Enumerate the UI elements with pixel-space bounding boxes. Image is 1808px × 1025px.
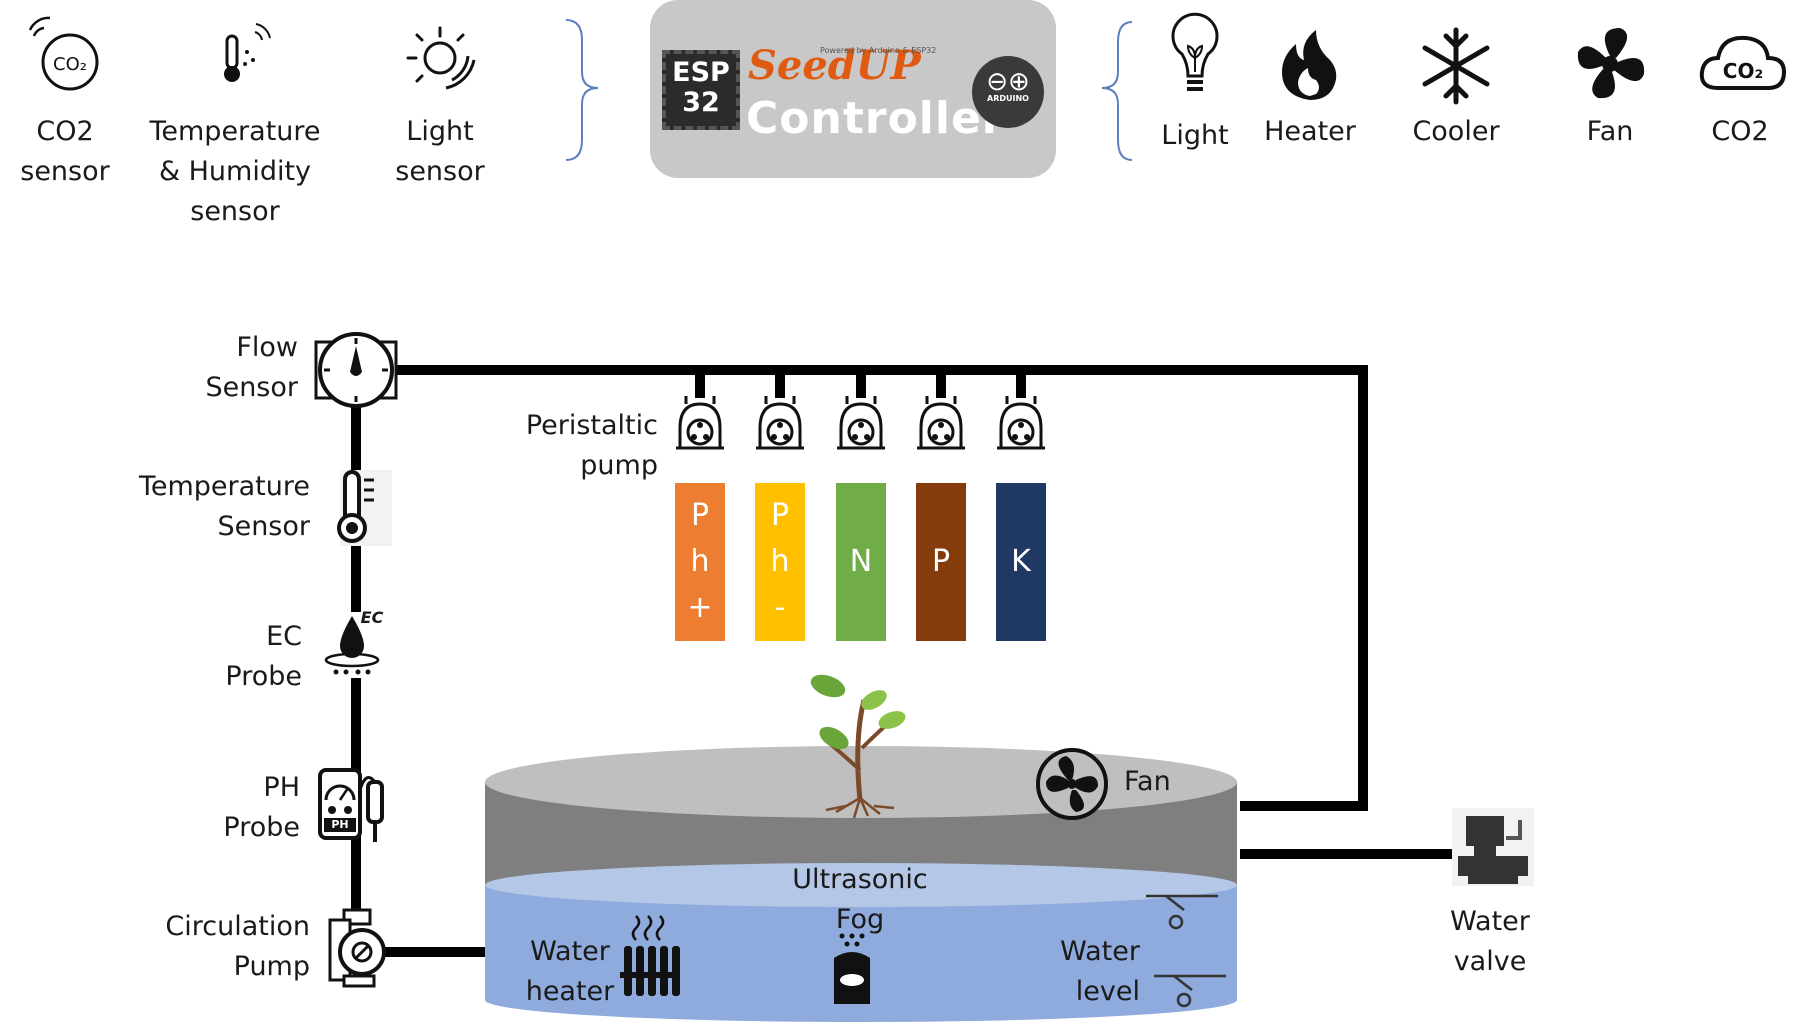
co2-sensor-label: CO2 sensor bbox=[20, 116, 110, 187]
temperature-sensor-label: Temperature Sensor bbox=[138, 471, 310, 542]
co2-sensor-icon: CO₂ bbox=[28, 16, 99, 91]
peristaltic-pump-icon bbox=[676, 396, 724, 450]
temperature-sensor-icon bbox=[337, 470, 392, 546]
ec-badge: EC bbox=[360, 608, 384, 627]
actuator-fan-label: Fan bbox=[1586, 116, 1634, 147]
thermometer-humidity-icon bbox=[224, 23, 271, 82]
snowflake-icon bbox=[1422, 27, 1490, 105]
controller-title: Controller bbox=[746, 93, 1005, 144]
peristaltic-pump-label: Peristaltic pump bbox=[525, 410, 658, 481]
peristaltic-pump-icon bbox=[837, 396, 885, 450]
ec-probe-label: EC Probe bbox=[225, 621, 302, 692]
ultrasonic-fog-label: Ultrasonic Fog bbox=[792, 864, 928, 935]
water-heater-label: Water heater bbox=[525, 936, 615, 1007]
peristaltic-pump-icon bbox=[917, 396, 965, 450]
circulation-pump-label: Circulation Pump bbox=[165, 911, 310, 982]
light-sensor-label: Light sensor bbox=[395, 116, 485, 187]
flow-sensor-icon bbox=[314, 332, 398, 408]
peristaltic-pump-group bbox=[676, 396, 1045, 450]
water-valve-icon bbox=[1452, 808, 1534, 886]
right-bracket bbox=[1101, 21, 1133, 161]
tank-fan-label: Fan bbox=[1124, 766, 1171, 797]
nutrient-jar-label: K bbox=[1011, 544, 1031, 579]
nutrient-jar-label: N bbox=[849, 544, 873, 579]
flow-sensor-label: Flow Sensor bbox=[205, 332, 298, 403]
circulation-pump-icon bbox=[328, 908, 386, 988]
temp-humidity-sensor-label: Temperature & Humidity sensor bbox=[149, 116, 321, 227]
light-bulb-icon bbox=[1171, 12, 1219, 91]
arduino-text: ARDUINO bbox=[987, 94, 1029, 103]
nutrient-jar: K bbox=[996, 483, 1046, 641]
controller-box: ESP 32 SeedUP Powered by Arduino & ESP32… bbox=[650, 0, 1056, 178]
actuator-co2-label: CO2 bbox=[1711, 116, 1769, 147]
arduino-logo: ⊖⊕ ARDUINO bbox=[972, 56, 1044, 128]
sun-icon bbox=[406, 26, 476, 90]
fan-icon bbox=[1577, 28, 1645, 99]
nutrient-jar: N bbox=[836, 483, 886, 641]
nutrient-jar-label: P bbox=[931, 544, 951, 579]
tank-fan-icon bbox=[1036, 748, 1108, 820]
actuator-light-label: Light bbox=[1161, 120, 1229, 151]
nutrient-jar-label: P h - bbox=[770, 498, 790, 625]
seedup-tagline: Powered by Arduino & ESP32 bbox=[820, 46, 937, 55]
actuator-heater-label: Heater bbox=[1264, 116, 1356, 147]
ph-probe-label: PH Probe bbox=[223, 772, 300, 843]
actuator-cooler-label: Cooler bbox=[1412, 116, 1500, 147]
nutrient-jar: P h + bbox=[675, 483, 725, 641]
ph-badge: PH bbox=[331, 818, 349, 831]
left-bracket bbox=[565, 19, 599, 161]
water-valve-label: Water valve bbox=[1450, 906, 1530, 977]
co2-cloud-icon: CO₂ bbox=[1699, 35, 1787, 90]
water-level-label: Water level bbox=[1060, 936, 1140, 1007]
nutrient-jar-label: P h + bbox=[687, 498, 713, 625]
svg-text:CO₂: CO₂ bbox=[1723, 59, 1763, 83]
peristaltic-pump-icon bbox=[997, 396, 1045, 450]
peristaltic-pump-icon bbox=[756, 396, 804, 450]
nutrient-jar: P bbox=[916, 483, 966, 641]
esp32-chip: ESP 32 bbox=[662, 50, 740, 130]
flame-icon bbox=[1282, 30, 1337, 100]
nutrient-jar: P h - bbox=[755, 483, 805, 641]
svg-text:CO₂: CO₂ bbox=[53, 54, 87, 75]
